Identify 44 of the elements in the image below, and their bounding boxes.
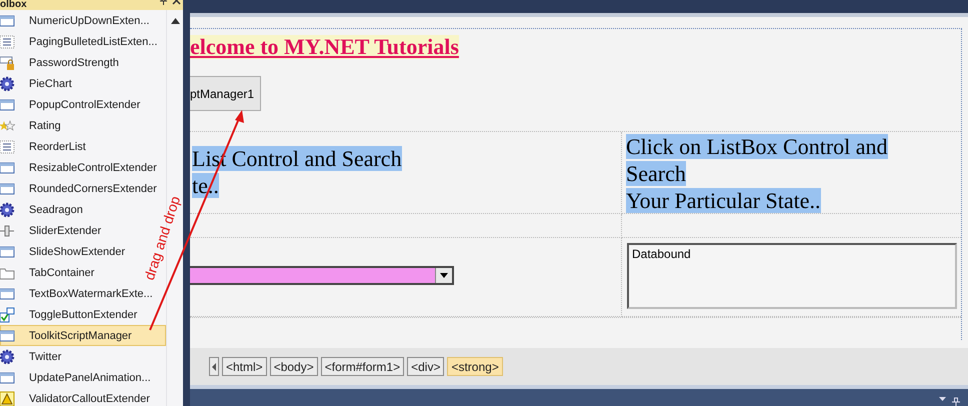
toolbox-item[interactable]: TabContainer [0, 262, 98, 283]
page-heading: elcome to MY.NET Tutorials [190, 35, 459, 59]
gear-icon [0, 348, 15, 364]
pin-icon [952, 397, 960, 406]
gear-icon [0, 76, 15, 92]
toolbox-item[interactable]: TextBoxWatermarkExte... [0, 283, 156, 304]
scroll-left-button[interactable] [209, 357, 219, 376]
toolbox-item[interactable]: ToolkitScriptManager [0, 325, 166, 346]
toolbox-item[interactable]: SlideShowExtender [0, 241, 128, 262]
toolbox-item[interactable]: UpdatePanelAnimation... [0, 367, 154, 388]
toolbox-item[interactable]: SliderExtender [0, 220, 104, 241]
gear-icon [0, 202, 15, 218]
tag-path-button[interactable]: <div> [407, 357, 444, 376]
tag-path-button[interactable]: <html> [222, 357, 267, 376]
list-box[interactable]: Databound [627, 243, 957, 309]
panel-title: olbox [0, 0, 27, 10]
instruction-text: Your Particular State.. [626, 188, 821, 213]
slider-icon [0, 222, 15, 238]
toolbox-item[interactable]: PasswordStrength [0, 52, 122, 73]
dropdown-arrow-icon [939, 397, 946, 401]
toolbox-item[interactable]: NumericUpDownExten... [0, 10, 152, 31]
toolbox-item[interactable]: ValidatorCalloutExtender [0, 388, 153, 406]
scroll-up-icon[interactable] [170, 18, 180, 24]
toolbox-item[interactable]: ReorderList [0, 136, 89, 157]
tag-path-button[interactable]: <body> [270, 357, 318, 376]
instruction-text: Click on ListBox Control and [626, 134, 888, 159]
toolbox-item[interactable]: Rating [0, 115, 64, 136]
toolbox-item[interactable]: PagingBulletedListExten... [0, 31, 160, 52]
toolbox-item[interactable]: PieChart [0, 73, 75, 94]
left-arrow-icon [212, 362, 216, 370]
control-icon [0, 328, 15, 344]
dropdown-list[interactable] [190, 266, 454, 285]
dropdown-arrow-icon [440, 273, 448, 278]
toolbox-item[interactable]: PopupControlExtender [0, 94, 144, 115]
script-manager-control[interactable]: ptManager1 [190, 76, 262, 111]
toolbox-item[interactable]: Seadragon [0, 199, 86, 220]
list-item[interactable]: Databound [632, 247, 952, 261]
warning-icon [0, 390, 15, 406]
toolbox-item[interactable]: ResizableControlExtender [0, 157, 160, 178]
tag-path-button[interactable]: <strong> [447, 357, 503, 376]
toolbox-item[interactable]: Twitter [0, 346, 64, 367]
instruction-text: Search [626, 161, 686, 186]
toolbox-item[interactable]: ToggleButtonExtender [0, 304, 140, 325]
tag-path-button[interactable]: <form#form1> [320, 357, 404, 376]
